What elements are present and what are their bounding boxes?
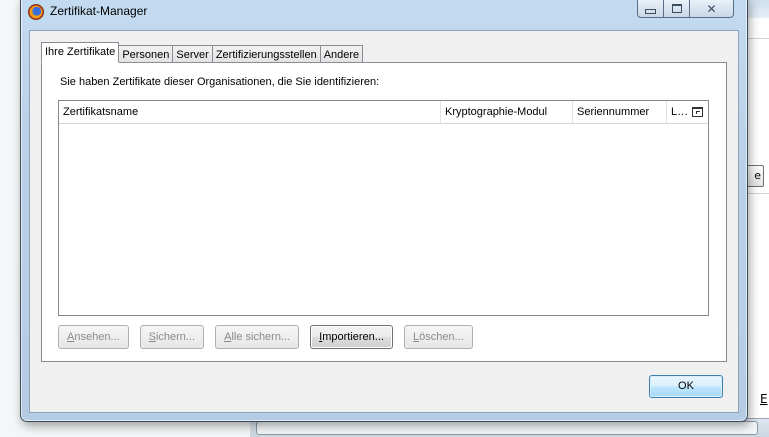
background-divider [747, 193, 769, 194]
column-header-truncated[interactable]: L… [667, 101, 691, 123]
background-button-label: e [754, 169, 761, 182]
delete-button-label: öschen... [419, 331, 464, 343]
backup-button-accel: S [148, 331, 156, 343]
panel-caption: Sie haben Zertifikate dieser Organisatio… [60, 76, 380, 88]
maximize-button[interactable] [664, 0, 690, 18]
column-picker-button[interactable] [691, 105, 703, 117]
backup-button-label: ichern... [155, 331, 196, 343]
column-header-security-device[interactable]: Kryptographie-Modul [441, 101, 573, 123]
window-controls: ✕ [637, 0, 734, 19]
ok-button[interactable]: OK [649, 375, 723, 398]
view-button[interactable]: Ansehen... [58, 325, 129, 349]
dialog-client-area: Ihre Zertifikate Personen Server Zertifi… [29, 30, 739, 413]
backup-button[interactable]: Sichern... [139, 325, 205, 349]
background-field [256, 421, 758, 435]
import-button[interactable]: Importieren... [310, 325, 393, 349]
column-picker-icon [692, 107, 703, 117]
tab-others[interactable]: Andere [320, 45, 364, 63]
column-header-serial-number[interactable]: Seriennummer [573, 101, 667, 123]
tab-people[interactable]: Personen [119, 45, 174, 63]
view-button-label: nsehen... [74, 331, 120, 343]
background-link[interactable]: E [760, 392, 768, 406]
background-divider [747, 38, 769, 39]
tab-bar: Ihre Zertifikate Personen Server Zertifi… [41, 42, 364, 63]
window-title: Zertifikat-Manager [50, 4, 148, 18]
maximize-icon [671, 4, 682, 13]
firefox-icon [28, 4, 44, 20]
tree-header: Zertifikatsname Kryptographie-Modul Seri… [59, 101, 708, 124]
close-icon: ✕ [706, 1, 717, 16]
backup-all-button-label: lle sichern... [231, 331, 291, 343]
column-header-certificate-name[interactable]: Zertifikatsname [59, 101, 441, 123]
tab-authorities[interactable]: Zertifizierungsstellen [212, 45, 321, 63]
delete-button[interactable]: Löschen... [403, 325, 473, 349]
action-buttons: Ansehen... Sichern... Alle sichern... Im… [58, 325, 473, 349]
tab-servers[interactable]: Server [173, 45, 213, 63]
close-button[interactable]: ✕ [690, 0, 734, 18]
tab-panel: Sie haben Zertifikate dieser Organisatio… [41, 62, 727, 362]
minimize-button[interactable] [637, 0, 664, 18]
certificate-tree[interactable]: Zertifikatsname Kryptographie-Modul Seri… [58, 100, 709, 316]
tab-your-certificates[interactable]: Ihre Zertifikate [41, 42, 120, 63]
backup-all-button[interactable]: Alle sichern... [215, 325, 300, 349]
minimize-icon [645, 9, 656, 14]
import-button-label: mportieren... [322, 331, 384, 343]
